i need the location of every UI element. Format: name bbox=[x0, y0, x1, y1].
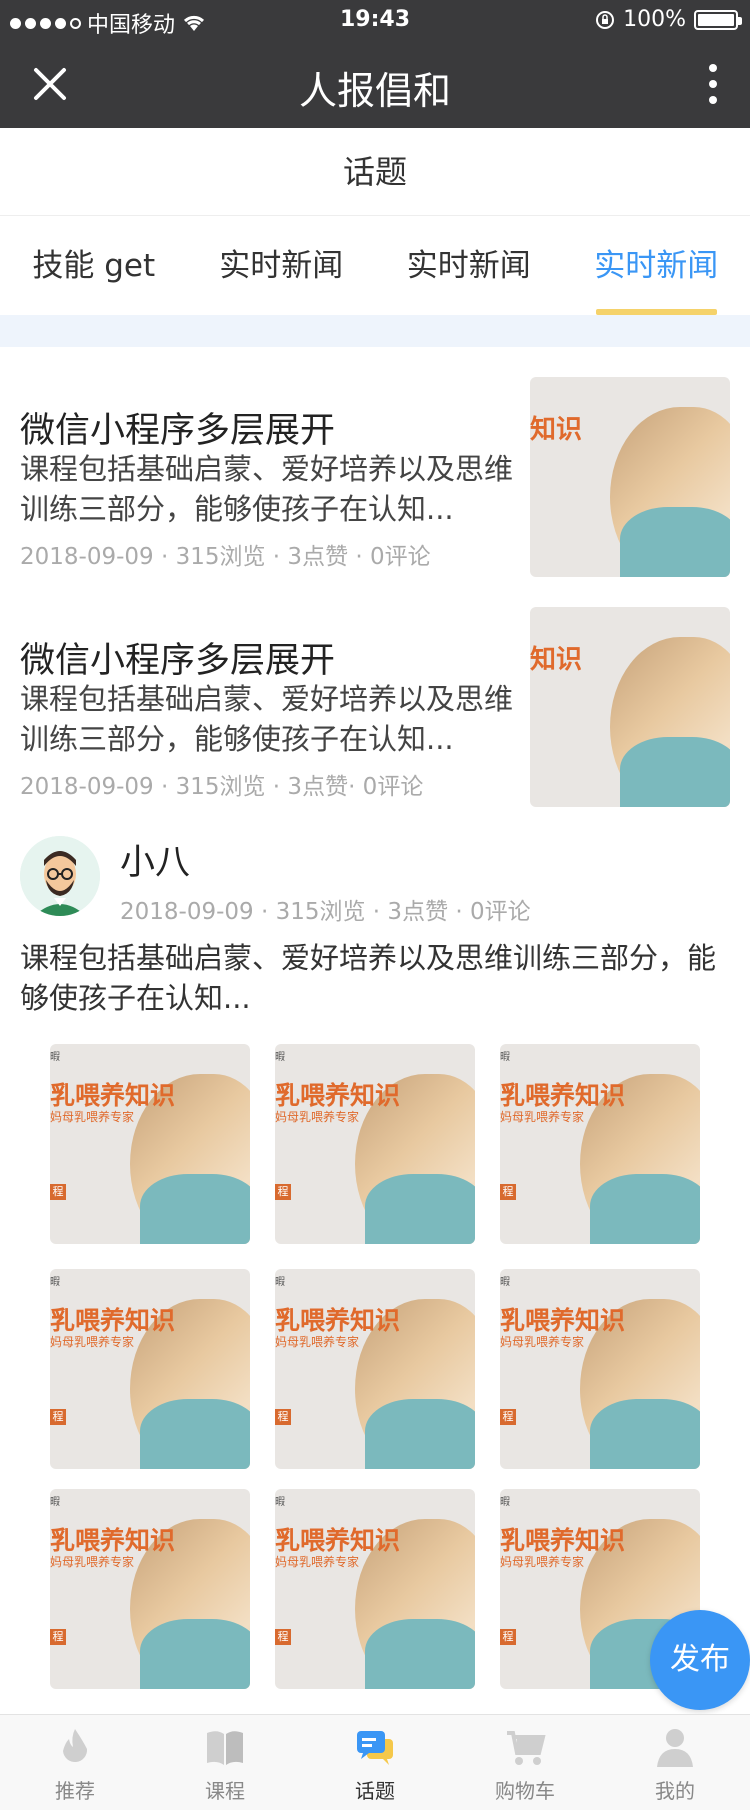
category-tabs: 技能 get 实时新闻 实时新闻 实时新闻 bbox=[0, 217, 750, 315]
user-icon bbox=[657, 1729, 693, 1767]
article-meta: 2018-09-09 · 315浏览 · 3点赞· 0评论 bbox=[20, 774, 424, 800]
user-avatar-icon bbox=[20, 836, 100, 916]
article-thumbnail: 知识 bbox=[530, 607, 730, 807]
post-body: 课程包括基础启蒙、爱好培养以及思维训练三部分，能够使孩子在认知... bbox=[20, 941, 717, 1015]
page-title: 人报倡和 bbox=[298, 69, 451, 113]
article-card[interactable]: 微信小程序多层展开 课程包括基础启蒙、爱好培养以及思维训练三部分，能够使孩子在认… bbox=[0, 607, 750, 827]
tab-news-1[interactable]: 实时新闻 bbox=[188, 217, 376, 315]
tab-skill-get[interactable]: 技能 get bbox=[0, 217, 188, 315]
post-image[interactable]: 暇 乳喂养知识 妈母乳喂养专家 程 bbox=[500, 1269, 700, 1469]
tab-news-2[interactable]: 实时新闻 bbox=[375, 217, 563, 315]
tabbar-item-topic[interactable]: 话题 bbox=[300, 1715, 450, 1810]
bottom-tab-bar: 推荐 课程 话题 购物车 我的 bbox=[0, 1714, 750, 1810]
cart-icon bbox=[507, 1731, 546, 1765]
battery-icon bbox=[694, 9, 742, 30]
post-image[interactable]: 暇 乳喂养知识 妈母乳喂养专家 程 bbox=[275, 1269, 475, 1469]
tabbar-item-course[interactable]: 课程 bbox=[150, 1715, 300, 1810]
post-image[interactable]: 暇 乳喂养知识 妈母乳喂养专家 程 bbox=[275, 1044, 475, 1244]
article-title: 微信小程序多层展开 bbox=[20, 641, 336, 681]
tab-divider bbox=[0, 315, 750, 347]
tab-news-3[interactable]: 实时新闻 bbox=[563, 217, 750, 315]
tabbar-item-cart[interactable]: 购物车 bbox=[450, 1715, 600, 1810]
post-username[interactable]: 小八 bbox=[120, 834, 190, 885]
post-image[interactable]: 暇 乳喂养知识 妈母乳喂养专家 程 bbox=[275, 1489, 475, 1689]
article-description: 课程包括基础启蒙、爱好培养以及思维训练三部分，能够使孩子在认知... bbox=[20, 682, 514, 756]
article-meta: 2018-09-09 · 315浏览 · 3点赞 · 0评论 bbox=[20, 544, 431, 570]
battery-percent: 100% bbox=[623, 7, 686, 32]
article-card[interactable]: 微信小程序多层展开 课程包括基础启蒙、爱好培养以及思维训练三部分，能够使孩子在认… bbox=[0, 377, 750, 597]
tabbar-item-mine[interactable]: 我的 bbox=[600, 1715, 750, 1810]
article-description: 课程包括基础启蒙、爱好培养以及思维训练三部分，能够使孩子在认知... bbox=[20, 452, 514, 526]
tabbar-item-recommend[interactable]: 推荐 bbox=[0, 1715, 150, 1810]
recommend-icon bbox=[63, 1729, 88, 1763]
more-vertical-icon[interactable] bbox=[706, 60, 720, 108]
post-image[interactable]: 暇 乳喂养知识 妈母乳喂养专家 程 bbox=[50, 1269, 250, 1469]
article-thumbnail: 知识 bbox=[530, 377, 730, 577]
article-title: 微信小程序多层展开 bbox=[20, 411, 336, 451]
publish-button[interactable]: 发布 bbox=[650, 1610, 750, 1710]
rotation-lock-icon bbox=[596, 10, 615, 29]
post-image[interactable]: 暇 乳喂养知识 妈母乳喂养专家 程 bbox=[50, 1489, 250, 1689]
post-meta: 2018-09-09 · 315浏览 · 3点赞 · 0评论 bbox=[120, 899, 531, 925]
post-image[interactable]: 暇 乳喂养知识 妈母乳喂养专家 程 bbox=[50, 1044, 250, 1244]
avatar[interactable] bbox=[20, 836, 100, 916]
section-header: 话题 bbox=[0, 128, 750, 216]
post-image[interactable]: 暇 乳喂养知识 妈母乳喂养专家 程 bbox=[500, 1044, 700, 1244]
book-icon bbox=[207, 1731, 243, 1765]
topic-chat-icon bbox=[357, 1731, 393, 1765]
status-bar: 中国移动 19:43 100% bbox=[0, 0, 750, 40]
navigation-bar: 人报倡和 bbox=[0, 40, 750, 128]
